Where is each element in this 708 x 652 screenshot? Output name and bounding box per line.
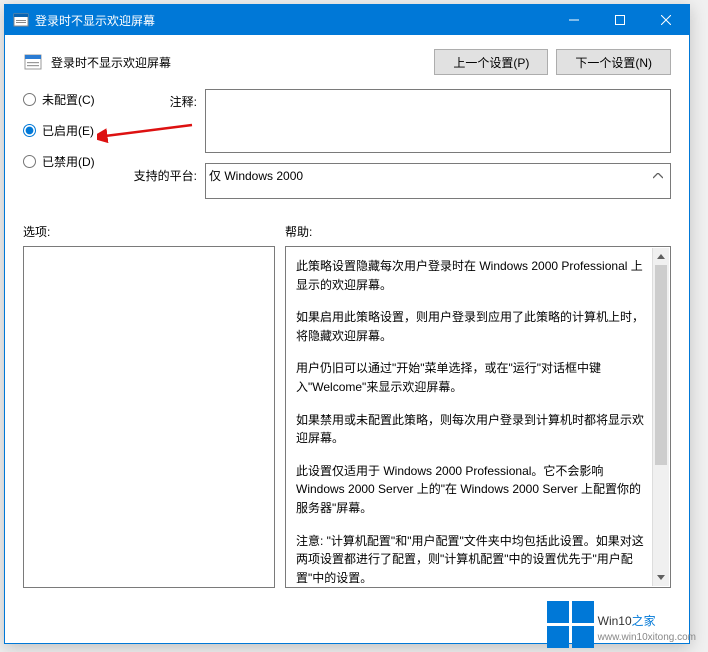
radio-not-configured[interactable]: 未配置(C) (23, 91, 119, 108)
titlebar[interactable]: 登录时不显示欢迎屏幕 (5, 5, 689, 35)
radio-enabled[interactable]: 已启用(E) (23, 122, 119, 139)
help-pane: 此策略设置隐藏每次用户登录时在 Windows 2000 Professiona… (285, 246, 671, 588)
watermark-url: www.win10xitong.com (598, 632, 696, 644)
comment-label: 注释: (133, 89, 205, 153)
minimize-button[interactable] (551, 5, 597, 35)
next-setting-button[interactable]: 下一个设置(N) (556, 49, 671, 75)
help-text: 如果禁用或未配置此策略，则每次用户登录到计算机时都将显示欢迎屏幕。 (296, 411, 650, 448)
scrollbar[interactable] (652, 248, 669, 586)
titlebar-icon (13, 12, 29, 28)
prev-setting-button[interactable]: 上一个设置(P) (434, 49, 548, 75)
platform-field: 仅 Windows 2000 (205, 163, 671, 199)
close-button[interactable] (643, 5, 689, 35)
scroll-down-icon[interactable] (653, 569, 669, 586)
help-text: 此设置仅适用于 Windows 2000 Professional。它不会影响 … (296, 462, 650, 518)
chevron-up-icon[interactable] (649, 167, 667, 185)
help-label: 帮助: (285, 223, 312, 240)
header-title: 登录时不显示欢迎屏幕 (51, 54, 171, 71)
content-area: 登录时不显示欢迎屏幕 上一个设置(P) 下一个设置(N) 未配置(C) 已启用(… (5, 35, 689, 604)
state-radios: 未配置(C) 已启用(E) 已禁用(D) (23, 89, 119, 209)
options-pane (23, 246, 275, 588)
watermark: Win10之家 www.win10xitong.com (547, 601, 696, 648)
options-label: 选项: (23, 223, 285, 240)
policy-icon (23, 52, 43, 72)
scroll-thumb[interactable] (655, 265, 667, 465)
help-text: 此策略设置隐藏每次用户登录时在 Windows 2000 Professiona… (296, 257, 650, 294)
policy-editor-window: 登录时不显示欢迎屏幕 登录时不显示欢迎屏幕 上一个设置(P) 下一个设置(N) … (4, 4, 690, 644)
platform-label: 支持的平台: (133, 163, 205, 199)
titlebar-title: 登录时不显示欢迎屏幕 (35, 12, 551, 29)
comment-textarea[interactable] (205, 89, 671, 153)
help-text: 用户仍旧可以通过"开始"菜单选择，或在"运行"对话框中键入"Welcome"来显… (296, 359, 650, 396)
scroll-up-icon[interactable] (653, 248, 669, 265)
watermark-text: Win10之家 (598, 605, 656, 631)
platform-value: 仅 Windows 2000 (209, 167, 303, 184)
help-text: 如果启用此策略设置，则用户登录到应用了此策略的计算机上时，将隐藏欢迎屏幕。 (296, 308, 650, 345)
windows-logo-icon (547, 601, 594, 648)
window-controls (551, 5, 689, 35)
radio-disabled[interactable]: 已禁用(D) (23, 153, 119, 170)
help-text: 注意: "计算机配置"和"用户配置"文件夹中均包括此设置。如果对这两项设置都进行… (296, 532, 650, 588)
maximize-button[interactable] (597, 5, 643, 35)
